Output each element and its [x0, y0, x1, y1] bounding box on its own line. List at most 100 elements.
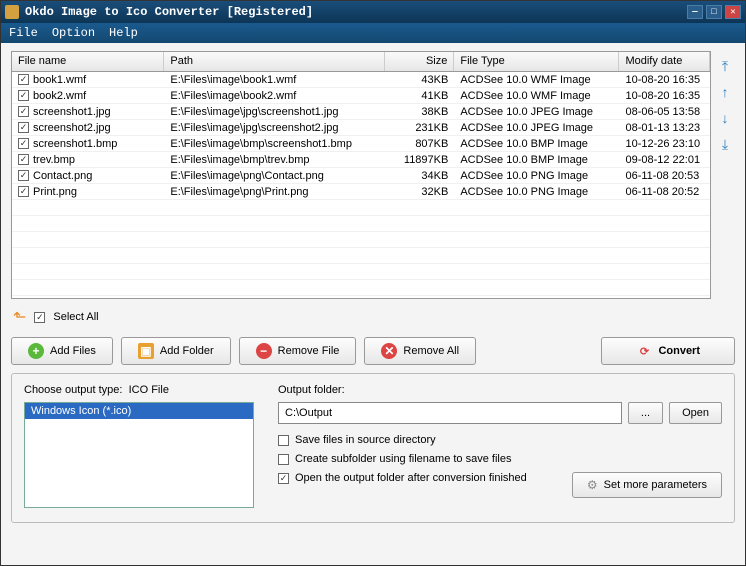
set-more-parameters-button[interactable]: ⚙Set more parameters: [572, 472, 722, 498]
titlebar: Okdo Image to Ico Converter [Registered]…: [1, 1, 745, 23]
cell-path: E:\Files\image\jpg\screenshot1.jpg: [164, 106, 385, 118]
menu-option[interactable]: Option: [52, 26, 95, 40]
cell-size: 34KB: [385, 170, 454, 182]
cell-size: 38KB: [385, 106, 454, 118]
cell-filetype: ACDSee 10.0 PNG Image: [454, 186, 619, 198]
browse-button[interactable]: ...: [628, 402, 663, 424]
cell-filename: book1.wmf: [33, 74, 86, 86]
maximize-button[interactable]: □: [706, 5, 722, 19]
cell-modifydate: 08-06-05 13:58: [619, 106, 710, 118]
table-row[interactable]: ✓ screenshot1.bmp E:\Files\image\bmp\scree…: [12, 136, 710, 152]
convert-icon: ⟳: [636, 343, 652, 359]
col-modifydate[interactable]: Modify date: [619, 52, 710, 71]
row-checkbox[interactable]: ✓: [18, 122, 29, 133]
minus-icon: −: [256, 343, 272, 359]
output-type-item[interactable]: Windows Icon (*.ico): [25, 403, 253, 419]
row-checkbox[interactable]: ✓: [18, 186, 29, 197]
folder-icon: ▣: [138, 343, 154, 359]
row-checkbox[interactable]: ✓: [18, 154, 29, 165]
move-down-button[interactable]: ↓: [716, 109, 734, 127]
add-folder-button[interactable]: ▣Add Folder: [121, 337, 231, 365]
table-row[interactable]: ✓ screenshot1.jpg E:\Files\image\jpg\scree…: [12, 104, 710, 120]
cell-path: E:\Files\image\bmp\trev.bmp: [164, 154, 385, 166]
x-icon: ✕: [381, 343, 397, 359]
select-all-label: Select All: [53, 311, 98, 323]
col-filename[interactable]: File name: [12, 52, 164, 71]
output-type-list[interactable]: Windows Icon (*.ico): [24, 402, 254, 508]
add-files-button[interactable]: +Add Files: [11, 337, 113, 365]
col-size[interactable]: Size: [385, 52, 454, 71]
menu-file[interactable]: File: [9, 26, 38, 40]
close-button[interactable]: ✕: [725, 5, 741, 19]
cell-size: 32KB: [385, 186, 454, 198]
cell-filetype: ACDSee 10.0 BMP Image: [454, 154, 619, 166]
cell-filetype: ACDSee 10.0 WMF Image: [454, 90, 619, 102]
move-top-button[interactable]: ⤒: [716, 57, 734, 75]
cell-path: E:\Files\image\jpg\screenshot2.jpg: [164, 122, 385, 134]
cell-path: E:\Files\image\bmp\screenshot1.bmp: [164, 138, 385, 150]
settings-panel: Choose output type: ICO File Windows Ico…: [11, 373, 735, 523]
cell-modifydate: 10-08-20 16:35: [619, 90, 710, 102]
output-folder-label: Output folder:: [278, 384, 722, 396]
app-window: Okdo Image to Ico Converter [Registered]…: [0, 0, 746, 566]
cell-size: 11897KB: [385, 154, 454, 166]
cell-filename: book2.wmf: [33, 90, 86, 102]
cell-path: E:\Files\image\png\Print.png: [164, 186, 385, 198]
cell-modifydate: 09-08-12 22:01: [619, 154, 710, 166]
cell-path: E:\Files\image\book1.wmf: [164, 74, 385, 86]
cell-modifydate: 08-01-13 13:23: [619, 122, 710, 134]
remove-all-button[interactable]: ✕Remove All: [364, 337, 476, 365]
move-bottom-button[interactable]: ⤓: [716, 135, 734, 153]
menubar: File Option Help: [1, 23, 745, 43]
cell-filename: Contact.png: [33, 170, 92, 182]
remove-file-button[interactable]: −Remove File: [239, 337, 357, 365]
table-row[interactable]: ✓ Contact.png E:\Files\image\png\Contact.p…: [12, 168, 710, 184]
cell-filename: screenshot1.jpg: [33, 106, 111, 118]
cell-filename: screenshot2.jpg: [33, 122, 111, 134]
file-table: File name Path Size File Type Modify dat…: [11, 51, 711, 299]
row-checkbox[interactable]: ✓: [18, 74, 29, 85]
cell-filetype: ACDSee 10.0 BMP Image: [454, 138, 619, 150]
cell-filename: trev.bmp: [33, 154, 75, 166]
open-after-checkbox[interactable]: ✓: [278, 473, 289, 484]
open-folder-button[interactable]: Open: [669, 402, 722, 424]
move-up-button[interactable]: ↑: [716, 83, 734, 101]
cell-size: 231KB: [385, 122, 454, 134]
output-folder-input[interactable]: [278, 402, 622, 424]
cell-size: 43KB: [385, 74, 454, 86]
window-title: Okdo Image to Ico Converter [Registered]: [25, 5, 687, 19]
create-subfolder-checkbox[interactable]: [278, 454, 289, 465]
row-checkbox[interactable]: ✓: [18, 138, 29, 149]
cell-modifydate: 10-08-20 16:35: [619, 74, 710, 86]
table-row[interactable]: ✓ book1.wmf E:\Files\image\book1.wmf43KBAC…: [12, 72, 710, 88]
cell-path: E:\Files\image\png\Contact.png: [164, 170, 385, 182]
row-checkbox[interactable]: ✓: [18, 106, 29, 117]
table-row[interactable]: ✓Print.pngE:\Files\image\png\Print.png32…: [12, 184, 710, 200]
minimize-button[interactable]: —: [687, 5, 703, 19]
cell-path: E:\Files\image\book2.wmf: [164, 90, 385, 102]
save-source-checkbox[interactable]: [278, 435, 289, 446]
row-checkbox[interactable]: ✓: [18, 90, 29, 101]
cell-size: 41KB: [385, 90, 454, 102]
cell-size: 807KB: [385, 138, 454, 150]
col-filetype[interactable]: File Type: [454, 52, 619, 71]
cell-filetype: ACDSee 10.0 PNG Image: [454, 170, 619, 182]
cell-filetype: ACDSee 10.0 WMF Image: [454, 74, 619, 86]
col-path[interactable]: Path: [164, 52, 385, 71]
output-type-current: ICO File: [129, 384, 169, 396]
cell-modifydate: 06-11-08 20:53: [619, 170, 710, 182]
select-all-checkbox[interactable]: ✓: [34, 312, 45, 323]
create-subfolder-label: Create subfolder using filename to save …: [295, 453, 511, 465]
table-row[interactable]: ✓ screenshot2.jpg E:\Files\image\jpg\scree…: [12, 120, 710, 136]
gear-icon: ⚙: [587, 478, 598, 492]
row-checkbox[interactable]: ✓: [18, 170, 29, 181]
convert-button[interactable]: ⟳Convert: [601, 337, 735, 365]
menu-help[interactable]: Help: [109, 26, 138, 40]
table-row[interactable]: ✓ trev.bmp E:\Files\image\bmp\trev.bmp1189…: [12, 152, 710, 168]
cell-filename: screenshot1.bmp: [33, 138, 117, 150]
table-row[interactable]: ✓ book2.wmf E:\Files\image\book2.wmf41KBAC…: [12, 88, 710, 104]
cell-filetype: ACDSee 10.0 JPEG Image: [454, 106, 619, 118]
plus-icon: +: [28, 343, 44, 359]
up-level-icon[interactable]: ⬑: [13, 307, 26, 327]
cell-filetype: ACDSee 10.0 JPEG Image: [454, 122, 619, 134]
